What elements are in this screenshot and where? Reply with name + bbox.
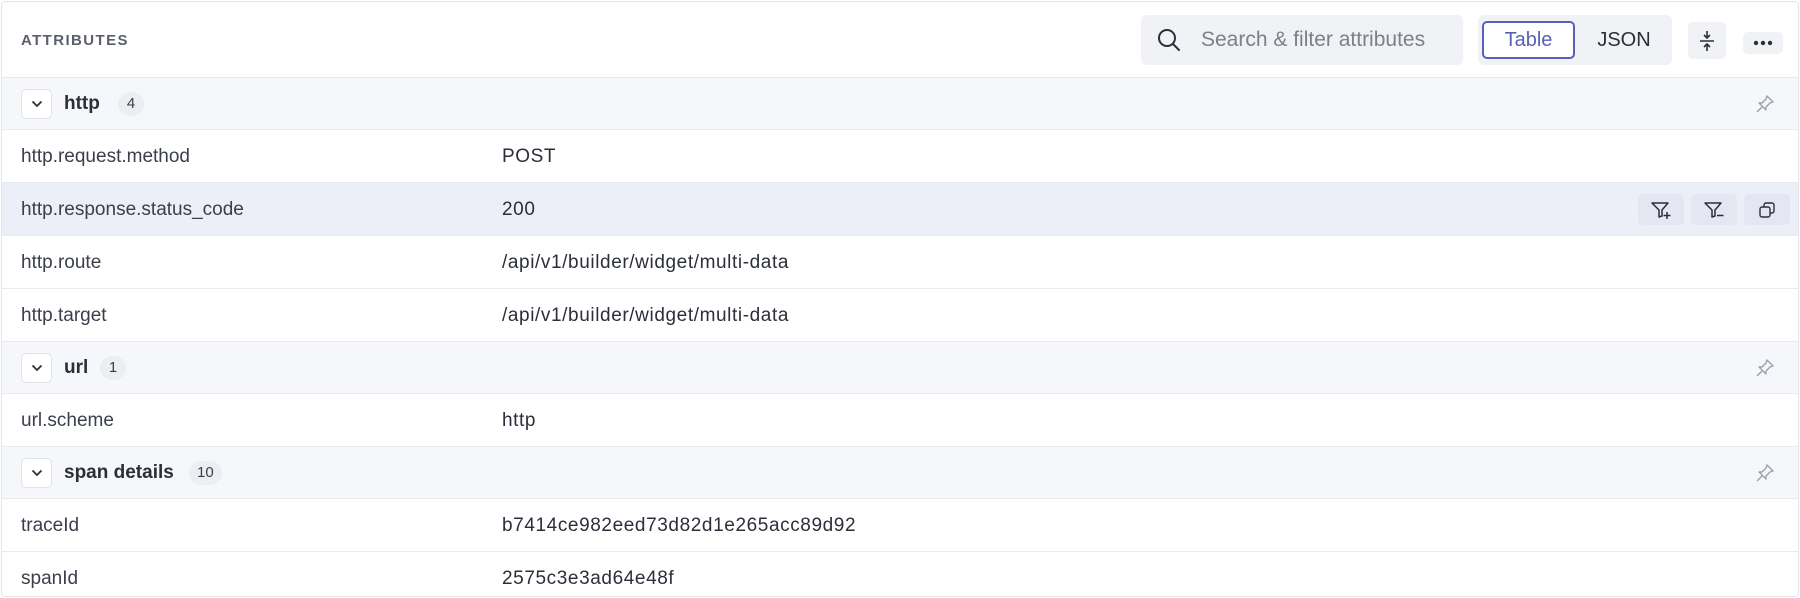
- filter-minus-icon: [1704, 201, 1724, 218]
- attribute-key: url.scheme: [21, 410, 114, 431]
- attribute-row[interactable]: http.route /api/v1/builder/widget/multi-…: [2, 236, 1798, 289]
- group-http[interactable]: http 4: [2, 78, 1798, 130]
- table-view-button[interactable]: Table: [1482, 21, 1575, 59]
- group-count-badge: 4: [118, 92, 144, 116]
- attribute-key: http.route: [21, 252, 102, 273]
- chevron-down-icon: [31, 469, 42, 477]
- attribute-row[interactable]: url.scheme http: [2, 394, 1798, 447]
- row-actions: [1638, 194, 1790, 225]
- more-options-button[interactable]: [1743, 32, 1783, 54]
- collapse-all-button[interactable]: [1688, 22, 1726, 59]
- attribute-value: 2575c3e3ad64e48f: [502, 568, 675, 589]
- attributes-header: ATTRIBUTES Table JSON: [2, 2, 1798, 78]
- attribute-value: /api/v1/builder/widget/multi-data: [502, 305, 789, 326]
- json-view-button[interactable]: JSON: [1580, 21, 1668, 59]
- pin-icon[interactable]: [1754, 462, 1776, 484]
- group-toggle-button[interactable]: [21, 458, 52, 488]
- more-horizontal-icon: [1753, 40, 1773, 46]
- attributes-panel: ATTRIBUTES Table JSON: [1, 1, 1799, 597]
- group-span-details[interactable]: span details 10: [2, 447, 1798, 499]
- group-label: http: [64, 93, 100, 114]
- attribute-value: http: [502, 410, 537, 431]
- group-count-badge: 10: [189, 461, 222, 485]
- attribute-key: spanId: [21, 568, 79, 589]
- collapse-rows-icon: [1700, 30, 1714, 51]
- attribute-row[interactable]: http.request.method POST: [2, 130, 1798, 183]
- filter-out-value-button[interactable]: [1691, 194, 1737, 225]
- group-label: url: [64, 357, 89, 378]
- view-toggle: Table JSON: [1478, 15, 1672, 65]
- filter-plus-icon: [1651, 201, 1671, 219]
- attribute-key: http.request.method: [21, 146, 190, 167]
- copy-icon: [1759, 201, 1775, 218]
- group-url[interactable]: url 1: [2, 342, 1798, 394]
- attribute-value: /api/v1/builder/widget/multi-data: [502, 252, 789, 273]
- search-icon: [1158, 29, 1180, 51]
- attribute-value: POST: [502, 146, 557, 167]
- attribute-row[interactable]: traceId b7414ce982eed73d82d1e265acc89d92: [2, 499, 1798, 552]
- attribute-key: traceId: [21, 515, 80, 536]
- group-label: span details: [64, 462, 174, 483]
- attribute-key: http.response.status_code: [21, 199, 244, 220]
- attribute-row[interactable]: http.response.status_code 200: [2, 183, 1798, 236]
- panel-title: ATTRIBUTES: [21, 32, 129, 49]
- attribute-value: 200: [502, 199, 536, 220]
- attribute-value: b7414ce982eed73d82d1e265acc89d92: [502, 515, 857, 536]
- pin-icon[interactable]: [1754, 93, 1776, 115]
- attribute-key: http.target: [21, 305, 107, 326]
- search-box[interactable]: [1141, 15, 1463, 65]
- copy-value-button[interactable]: [1744, 194, 1790, 225]
- chevron-down-icon: [31, 100, 42, 108]
- group-toggle-button[interactable]: [21, 353, 52, 383]
- filter-for-value-button[interactable]: [1638, 194, 1684, 225]
- group-toggle-button[interactable]: [21, 89, 52, 119]
- group-count-badge: 1: [100, 356, 126, 380]
- search-input[interactable]: [1201, 15, 1456, 65]
- chevron-down-icon: [31, 364, 42, 372]
- pin-icon[interactable]: [1754, 357, 1776, 379]
- attribute-row[interactable]: http.target /api/v1/builder/widget/multi…: [2, 289, 1798, 342]
- attribute-row[interactable]: spanId 2575c3e3ad64e48f: [2, 552, 1798, 596]
